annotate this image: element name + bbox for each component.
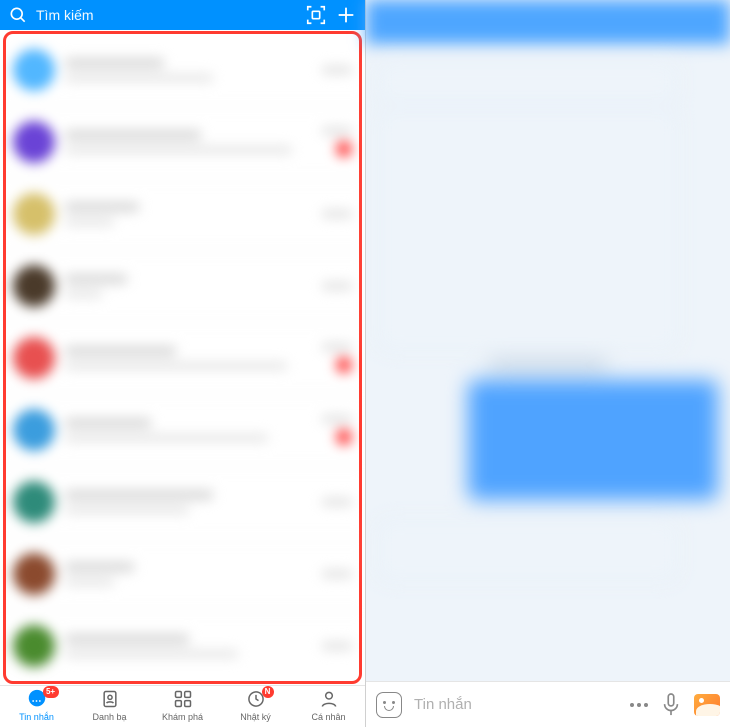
more-icon[interactable]	[630, 703, 648, 707]
chat-body-blurred	[366, 44, 730, 681]
chat-detail-pane: Tin nhắn	[366, 0, 730, 727]
sticker-icon[interactable]	[376, 692, 402, 718]
profile-icon	[319, 689, 339, 711]
tab-label: Danh bạ	[92, 712, 126, 722]
tab-label: Tin nhắn	[19, 712, 54, 722]
message-input[interactable]: Tin nhắn	[414, 696, 618, 713]
tab-discover[interactable]: Khám phá	[146, 686, 219, 727]
tab-contacts[interactable]: Danh bạ	[73, 686, 146, 727]
conversation-list-blurred	[3, 34, 362, 682]
messages-badge: 5+	[43, 686, 59, 698]
tab-me[interactable]: Cá nhân	[292, 686, 365, 727]
chat-header-blurred	[366, 0, 730, 44]
discover-icon	[173, 689, 193, 711]
tab-label: Khám phá	[162, 712, 203, 722]
message-input-bar: Tin nhắn	[366, 681, 730, 727]
voice-icon[interactable]	[660, 692, 682, 718]
tab-messages[interactable]: ⋯ 5+ Tin nhắn	[0, 686, 73, 727]
image-icon[interactable]	[694, 694, 720, 716]
search-input[interactable]: Tìm kiếm	[36, 7, 297, 23]
tab-label: Cá nhân	[311, 712, 345, 722]
diary-badge: N	[262, 686, 274, 698]
contacts-icon	[100, 689, 120, 711]
qr-scan-icon[interactable]	[305, 4, 327, 26]
conversation-list-region	[0, 30, 365, 685]
tab-diary[interactable]: N Nhật ký	[219, 686, 292, 727]
chat-list-pane: Tìm kiếm	[0, 0, 366, 727]
add-icon[interactable]	[335, 4, 357, 26]
left-header: Tìm kiếm	[0, 0, 365, 30]
tab-label: Nhật ký	[240, 712, 271, 722]
bottom-nav: ⋯ 5+ Tin nhắn Danh bạ	[0, 685, 365, 727]
search-icon[interactable]	[8, 5, 28, 25]
